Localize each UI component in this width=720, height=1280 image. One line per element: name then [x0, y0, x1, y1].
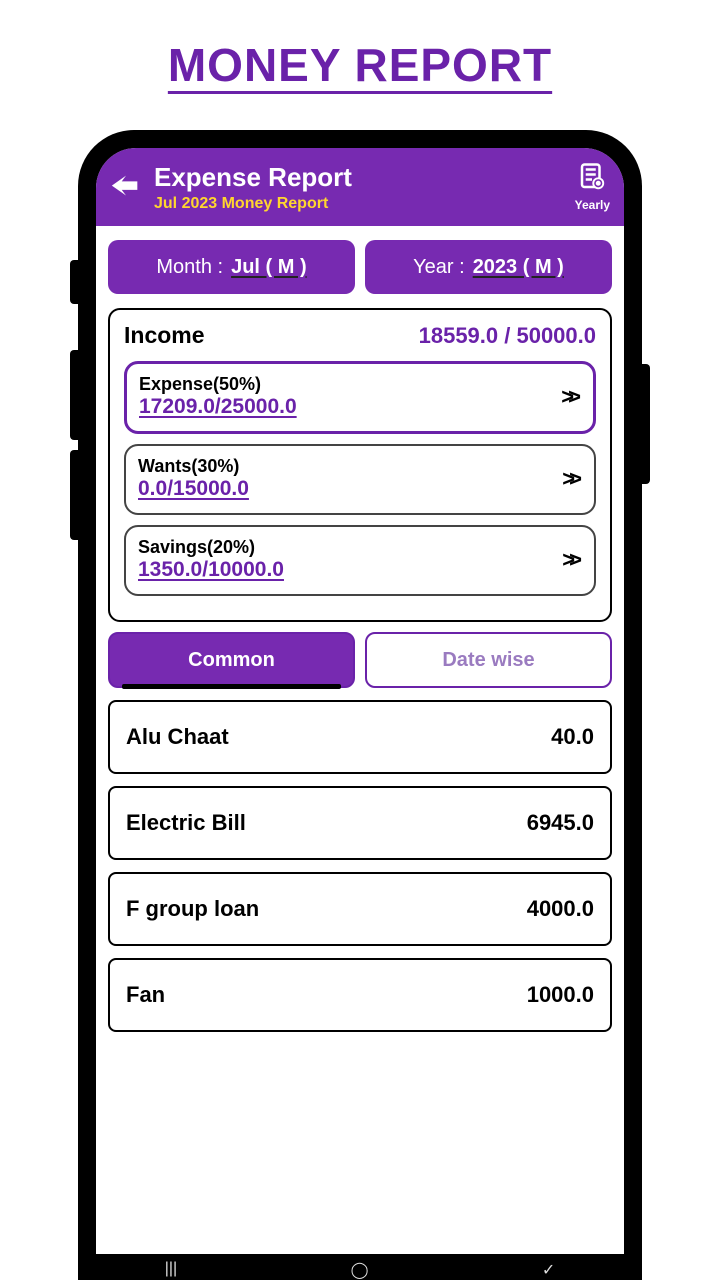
category-box-2[interactable]: Savings(20%)1350.0/10000.0>>: [124, 525, 596, 596]
app-header: Expense Report Jul 2023 Money Report Yea…: [96, 148, 624, 226]
category-title: Wants(30%): [138, 456, 562, 477]
income-row: Income 18559.0 / 50000.0: [124, 322, 596, 349]
yearly-label: Yearly: [575, 198, 610, 212]
nav-back-icon[interactable]: ✓: [542, 1260, 555, 1262]
expense-name: Electric Bill: [126, 810, 246, 836]
nav-recent-icon[interactable]: |||: [165, 1260, 177, 1262]
category-value: 0.0/15000.0: [138, 477, 562, 501]
header-title: Expense Report: [154, 162, 575, 193]
income-card: Income 18559.0 / 50000.0 Expense(50%)172…: [108, 308, 612, 622]
month-label: Month :: [156, 256, 223, 279]
tab-datewise[interactable]: Date wise: [365, 632, 612, 688]
chevron-right-icon: >>: [561, 384, 581, 410]
category-box-0[interactable]: Expense(50%)17209.0/25000.0>>: [124, 361, 596, 434]
expense-name: F group loan: [126, 896, 259, 922]
expense-amount: 1000.0: [527, 982, 594, 1008]
phone-power-button: [642, 364, 650, 484]
tab-datewise-label: Date wise: [442, 649, 534, 672]
category-value: 1350.0/10000.0: [138, 558, 562, 582]
income-label: Income: [124, 322, 205, 349]
expense-amount: 6945.0: [527, 810, 594, 836]
page-title: MONEY REPORT: [0, 0, 720, 98]
report-icon: [577, 162, 607, 197]
phone-volume-down: [70, 450, 78, 540]
expense-item-2[interactable]: F group loan 4000.0: [108, 872, 612, 946]
year-selector[interactable]: Year : 2023 ( M ): [365, 240, 612, 294]
header-subtitle: Jul 2023 Money Report: [154, 195, 575, 213]
month-selector[interactable]: Month : Jul ( M ): [108, 240, 355, 294]
view-tabs: Common Date wise: [108, 632, 612, 688]
expense-amount: 40.0: [551, 724, 594, 750]
month-value: Jul ( M ): [231, 256, 307, 279]
header-text: Expense Report Jul 2023 Money Report: [154, 162, 575, 213]
expense-list: Alu Chaat 40.0 Electric Bill 6945.0 F group …: [108, 700, 612, 1032]
expense-amount: 4000.0: [527, 896, 594, 922]
expense-item-3[interactable]: Fan 1000.0: [108, 958, 612, 1032]
expense-name: Alu Chaat: [126, 724, 229, 750]
tab-common-label: Common: [188, 649, 275, 672]
back-icon[interactable]: [104, 165, 148, 209]
expense-name: Fan: [126, 982, 165, 1008]
content-area: Month : Jul ( M ) Year : 2023 ( M ) Inco…: [96, 226, 624, 1262]
expense-item-0[interactable]: Alu Chaat 40.0: [108, 700, 612, 774]
nav-home-icon[interactable]: ◯: [351, 1260, 369, 1262]
chevron-right-icon: >>: [562, 547, 582, 573]
phone-frame: Expense Report Jul 2023 Money Report Yea…: [78, 130, 642, 1280]
chevron-right-icon: >>: [562, 466, 582, 492]
category-value: 17209.0/25000.0: [139, 395, 561, 419]
category-title: Expense(50%): [139, 374, 561, 395]
phone-screen: Expense Report Jul 2023 Money Report Yea…: [96, 148, 624, 1262]
income-value: 18559.0 / 50000.0: [419, 323, 596, 349]
phone-volume-up: [70, 350, 78, 440]
yearly-button[interactable]: Yearly: [575, 162, 610, 212]
android-nav-bar: ||| ◯ ✓: [96, 1254, 624, 1262]
category-box-1[interactable]: Wants(30%)0.0/15000.0>>: [124, 444, 596, 515]
expense-item-1[interactable]: Electric Bill 6945.0: [108, 786, 612, 860]
year-label: Year :: [413, 256, 465, 279]
period-selectors: Month : Jul ( M ) Year : 2023 ( M ): [108, 240, 612, 294]
tab-common[interactable]: Common: [108, 632, 355, 688]
category-title: Savings(20%): [138, 537, 562, 558]
phone-side-button: [70, 260, 78, 304]
year-value: 2023 ( M ): [473, 256, 564, 279]
